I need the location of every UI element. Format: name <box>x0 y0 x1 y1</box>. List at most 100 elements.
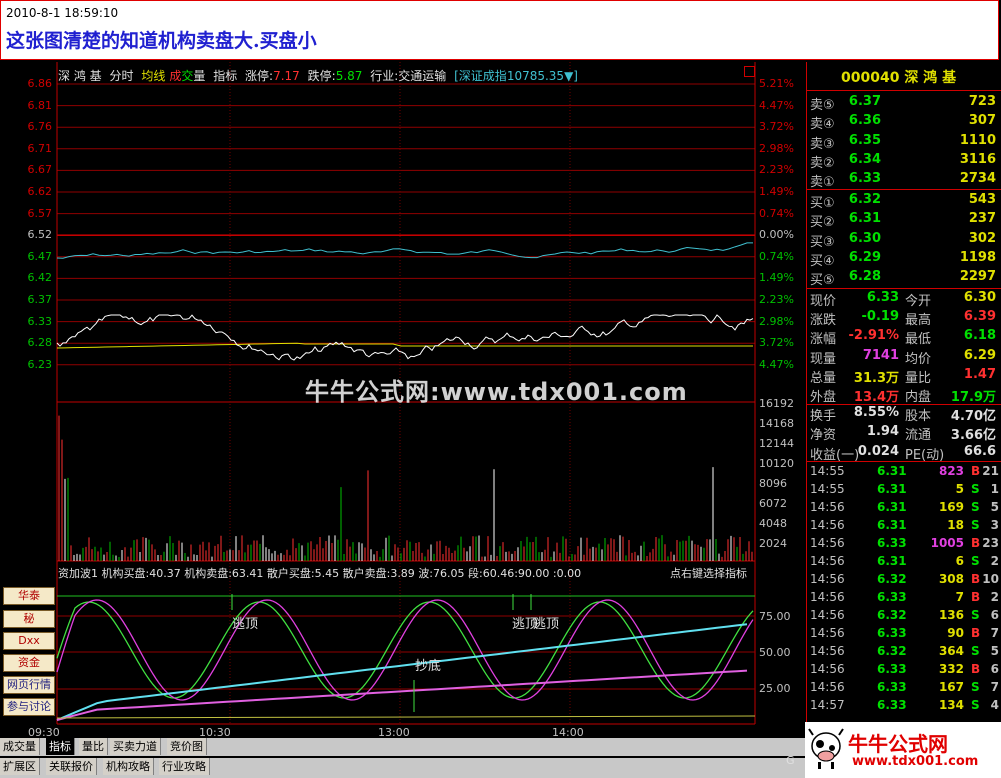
tab-indicator[interactable]: 指标 <box>46 738 75 755</box>
sell-price: 6.33 <box>848 171 881 187</box>
tab-cheng[interactable]: 成 <box>169 69 181 83</box>
stat-value-2: 6.18 <box>963 328 996 344</box>
sell-volume: 307 <box>968 113 996 129</box>
volume-label: 10120 <box>759 457 794 470</box>
wave-value: 波:76.05 <box>418 567 465 580</box>
side-button-dxx[interactable]: Dxx <box>3 632 55 650</box>
side-button-huatai[interactable]: 华泰 <box>3 587 55 605</box>
side-button-zijin[interactable]: 资金 <box>3 654 55 672</box>
annotation-escape-top-1: 逃顶 <box>232 617 259 632</box>
retail-sell: 散户卖盘:3.89 <box>342 567 415 580</box>
annotation-escape-top-3: 逃顶 <box>533 617 560 632</box>
stat-label-1: 外盘 <box>810 390 837 405</box>
index-value: 10785.35▼] <box>506 69 578 83</box>
logo-ge-text: G <box>786 754 795 767</box>
price-label: 6.37 <box>27 293 53 306</box>
tick-count: 5 <box>990 644 999 658</box>
chart-restore-icon[interactable] <box>744 66 755 77</box>
stat-value-2: 4.70亿 <box>950 409 996 425</box>
stat-value-2: 3.66亿 <box>950 428 996 444</box>
index-label[interactable]: [深证成指 <box>454 69 507 83</box>
tab-inst-strategy[interactable]: 机构攻略 <box>103 758 154 775</box>
tab-junxian[interactable]: 均线 <box>141 69 165 83</box>
tab-expand[interactable]: 扩展区 <box>0 758 40 775</box>
stat-value-2: 6.29 <box>963 347 996 363</box>
tab-related-quotes[interactable]: 关联报价 <box>46 758 97 775</box>
tick-time: 14:56 <box>810 626 845 640</box>
price-label: 6.76 <box>27 120 53 134</box>
side-button-web-quotes[interactable]: 网页行情 <box>3 676 55 694</box>
cow-logo-icon <box>808 728 844 769</box>
watermark: 牛牛公式网:www.tdx001.com <box>305 378 688 406</box>
tab-zhibiao[interactable]: 指标 <box>213 69 237 83</box>
tick-price: 6.32 <box>877 608 907 622</box>
percent-label: 5.21% <box>759 77 794 90</box>
tick-price: 6.31 <box>877 554 907 568</box>
tick-row: 14:57 6.33 134 S 4 <box>807 698 1001 716</box>
stat-label-2: 今开 <box>905 294 932 309</box>
stat-label-2: 股本 <box>905 409 932 425</box>
buy-price: 6.32 <box>848 192 881 207</box>
sell-label: 卖① <box>810 175 835 191</box>
sell-price: 6.34 <box>848 151 881 167</box>
order-book-buy-row: 买② 6.31 237 <box>807 211 999 231</box>
sell-label: 卖③ <box>810 136 835 152</box>
tick-side: B <box>971 464 981 478</box>
buy-price: 6.28 <box>848 269 881 285</box>
tick-count: 3 <box>990 518 999 532</box>
price-label: 6.57 <box>27 206 53 220</box>
price-label: 6.81 <box>27 98 53 112</box>
tick-time: 14:56 <box>810 590 845 604</box>
tick-count: 4 <box>990 698 999 712</box>
stat-label-2: 最高 <box>905 313 932 329</box>
stat-row: 收益(一) 0.024 PE(动) 66.6 <box>807 443 999 463</box>
tick-count: 10 <box>982 572 999 586</box>
tick-time: 14:57 <box>810 698 845 712</box>
percent-label: 1.49% <box>759 271 794 285</box>
buy-label: 买② <box>810 215 835 231</box>
stat-value-2: 6.30 <box>963 290 996 305</box>
limit-down-value: 5.87 <box>335 69 363 83</box>
indicator-hint[interactable]: 点右键选择指标 <box>670 565 747 581</box>
tick-volume: 136 <box>938 608 964 622</box>
stat-row: 涨幅 -2.91% 最低 6.18 <box>807 328 999 347</box>
tab-volume-ratio[interactable]: 量比 <box>79 738 108 755</box>
tick-side: S <box>971 608 980 622</box>
percent-label: 3.72% <box>759 120 794 134</box>
tick-side: B <box>971 536 981 550</box>
tab-fenshi[interactable]: 分时 <box>109 69 133 83</box>
tick-row: 14:56 6.31 169 S 5 <box>807 500 1001 518</box>
stat-row: 净资 1.94 流通 3.66亿 <box>807 424 999 444</box>
tick-row: 14:56 6.33 7 B 2 <box>807 590 1001 608</box>
tick-volume: 308 <box>938 572 964 586</box>
tick-row: 14:56 6.32 308 B 10 <box>807 572 1001 590</box>
tick-side: S <box>971 698 980 712</box>
order-book-buy-row: 买① 6.32 543 <box>807 192 999 211</box>
buy-price: 6.29 <box>848 249 881 265</box>
volume-label: 2024 <box>759 537 787 550</box>
side-button-discuss[interactable]: 参与讨论 <box>3 698 55 716</box>
caption-date: 2010-8-1 18:59:10 <box>6 6 119 20</box>
sell-volume: 1110 <box>959 132 996 148</box>
tick-side: B <box>971 626 981 640</box>
tick-count: 21 <box>982 464 999 478</box>
tick-count: 2 <box>990 590 999 604</box>
tab-volume[interactable]: 成交量 <box>0 738 40 755</box>
indicator-lines <box>56 594 756 721</box>
side-button-mi[interactable]: 秘 <box>3 610 55 628</box>
tick-count: 7 <box>990 680 999 694</box>
industry-value[interactable]: 交通运输 <box>398 69 446 83</box>
percent-label: 2.23% <box>759 293 794 306</box>
tab-auction[interactable]: 竞价图 <box>167 738 207 755</box>
tick-volume: 1005 <box>930 536 964 550</box>
tick-volume: 134 <box>938 698 964 712</box>
stat-value-1: 0.024 <box>857 443 899 459</box>
n0-value: :0.00 <box>552 567 582 580</box>
tab-industry-strategy[interactable]: 行业攻略 <box>159 758 210 775</box>
sell-price: 6.36 <box>848 113 881 129</box>
tick-time: 14:56 <box>810 518 845 532</box>
tab-jiao[interactable]: 交 <box>181 69 193 83</box>
tab-liang[interactable]: 量 <box>193 69 205 83</box>
stock-name-quote: 深 鸿 基 <box>904 70 957 86</box>
tab-buy-sell-force[interactable]: 买卖力道 <box>110 738 161 755</box>
